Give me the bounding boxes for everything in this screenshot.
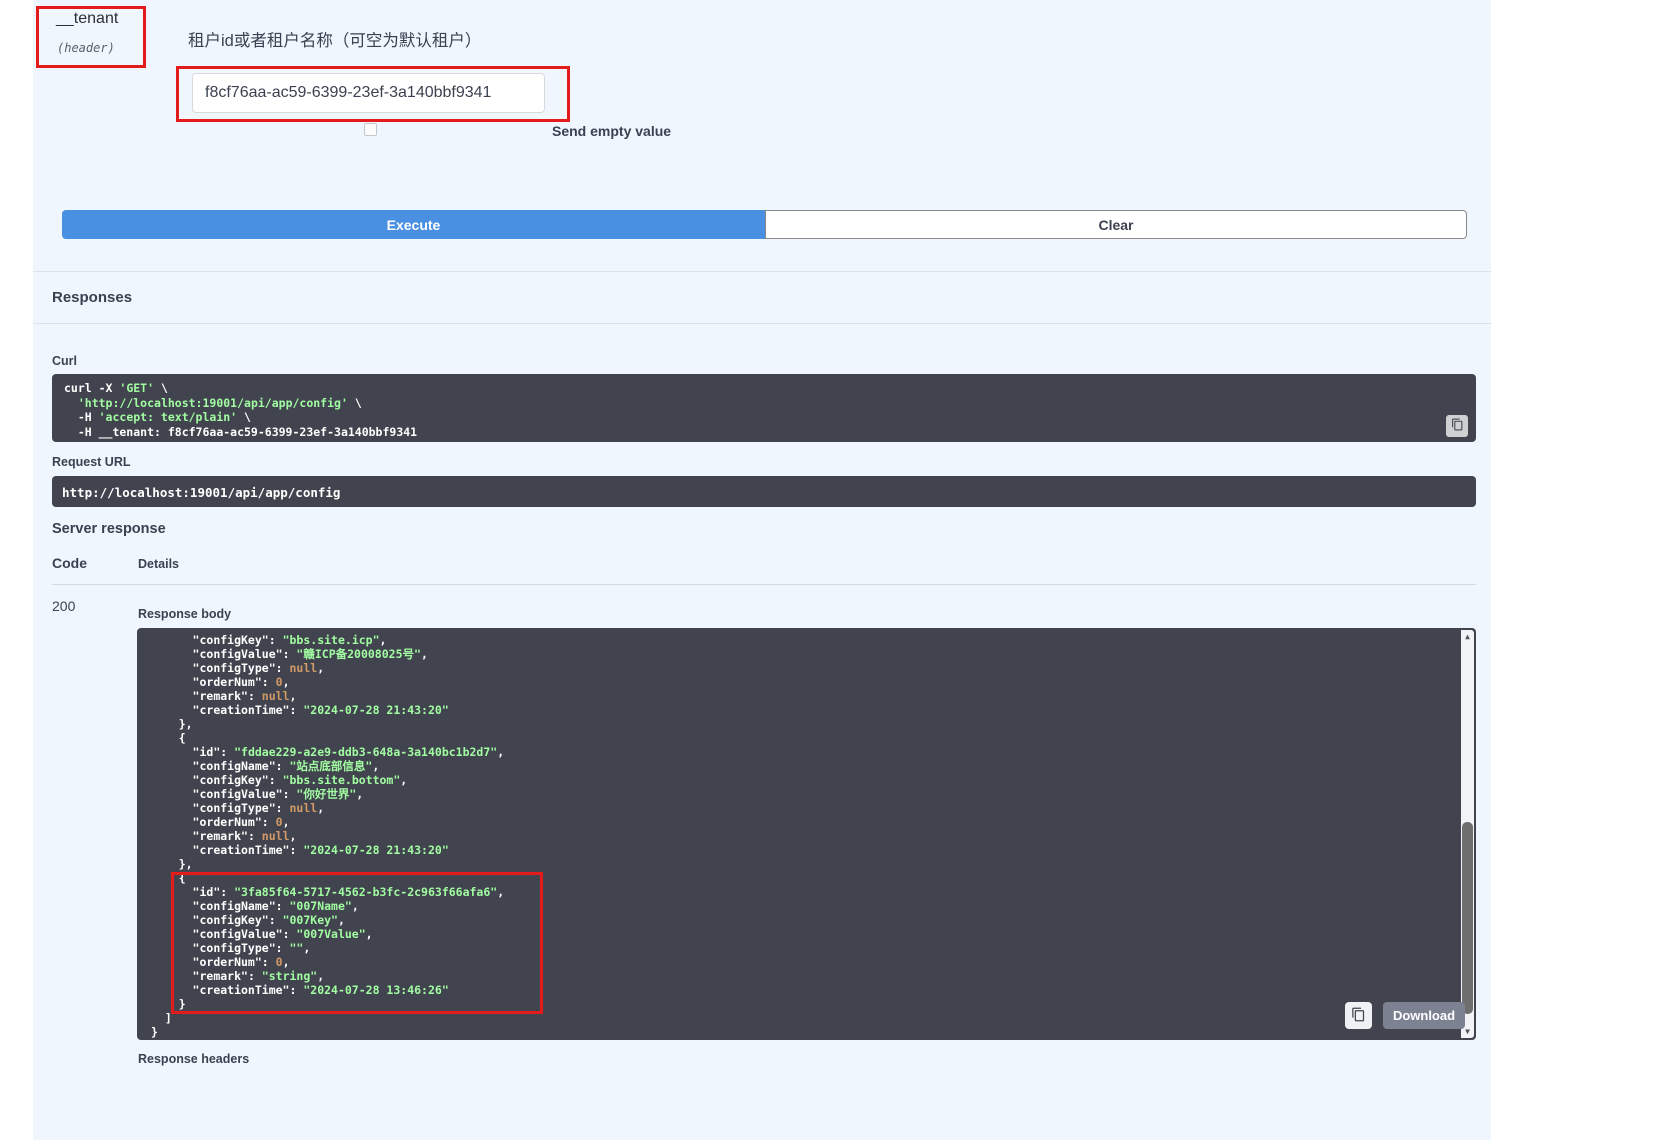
execute-button[interactable]: Execute bbox=[62, 210, 765, 239]
code-line: "id": "3fa85f64-5717-4562-b3fc-2c963f66a… bbox=[151, 885, 1446, 899]
clear-button[interactable]: Clear bbox=[765, 210, 1467, 239]
code-line: -H 'accept: text/plain' \ bbox=[64, 410, 1464, 425]
code-line: "orderNum": 0, bbox=[151, 675, 1446, 689]
code-line: "orderNum": 0, bbox=[151, 955, 1446, 969]
request-url-block: http://localhost:19001/api/app/config bbox=[52, 476, 1476, 507]
code-line: "orderNum": 0, bbox=[151, 815, 1446, 829]
details-column-header: Details bbox=[138, 557, 179, 571]
code-line: }, bbox=[151, 717, 1446, 731]
param-name: __tenant bbox=[56, 10, 118, 28]
api-operation-panel: __tenant (header) 租户id或者租户名称（可空为默认租户） Se… bbox=[33, 0, 1491, 1140]
code-line: "configValue": "赣ICP备20008025号", bbox=[151, 647, 1446, 661]
response-scrollbar[interactable]: ▲ ▼ bbox=[1461, 630, 1474, 1038]
download-button[interactable]: Download bbox=[1383, 1002, 1465, 1029]
code-line: "configType": "", bbox=[151, 941, 1446, 955]
code-line: "id": "fddae229-a2e9-ddb3-648a-3a140bc1b… bbox=[151, 745, 1446, 759]
code-line: "configName": "007Name", bbox=[151, 899, 1446, 913]
send-empty-checkbox[interactable] bbox=[364, 123, 377, 136]
code-line: "creationTime": "2024-07-28 13:46:26" bbox=[151, 983, 1446, 997]
server-response-label: Server response bbox=[52, 521, 166, 537]
clipboard-icon bbox=[1451, 418, 1464, 434]
code-line: "configType": null, bbox=[151, 661, 1446, 675]
code-column-header: Code bbox=[52, 555, 87, 571]
divider bbox=[33, 271, 1491, 272]
curl-copy-button[interactable] bbox=[1446, 415, 1468, 437]
code-line: { bbox=[151, 731, 1446, 745]
code-line: curl -X 'GET' \ bbox=[64, 381, 1464, 396]
code-line: 'http://localhost:19001/api/app/config' … bbox=[64, 396, 1464, 411]
code-line: "remark": "string", bbox=[151, 969, 1446, 983]
status-code: 200 bbox=[52, 598, 75, 614]
code-line: "remark": null, bbox=[151, 689, 1446, 703]
code-line: { bbox=[151, 871, 1446, 885]
code-line: "configKey": "bbs.site.bottom", bbox=[151, 773, 1446, 787]
code-line: "configValue": "你好世界", bbox=[151, 787, 1446, 801]
response-copy-button[interactable] bbox=[1345, 1002, 1372, 1029]
divider bbox=[33, 323, 1491, 324]
table-divider bbox=[52, 584, 1476, 585]
send-empty-label: Send empty value bbox=[552, 123, 671, 139]
scroll-up-icon[interactable]: ▲ bbox=[1461, 630, 1474, 643]
code-line: "configKey": "bbs.site.icp", bbox=[151, 633, 1446, 647]
responses-title: Responses bbox=[52, 289, 132, 306]
param-description: 租户id或者租户名称（可空为默认租户） bbox=[188, 27, 481, 51]
request-url-label: Request URL bbox=[52, 455, 130, 469]
curl-code: curl -X 'GET' \ 'http://localhost:19001/… bbox=[64, 381, 1464, 439]
code-line: }, bbox=[151, 857, 1446, 871]
code-line: } bbox=[151, 1025, 1446, 1039]
request-url-value: http://localhost:19001/api/app/config bbox=[62, 485, 340, 500]
response-body-block: "configKey": "bbs.site.icp", "configValu… bbox=[137, 628, 1476, 1040]
code-line: ] bbox=[151, 1011, 1446, 1025]
response-body-label: Response body bbox=[138, 607, 231, 621]
code-line: -H __tenant: f8cf76aa-ac59-6399-23ef-3a1… bbox=[64, 425, 1464, 440]
code-line: } bbox=[151, 997, 1446, 1011]
curl-block: curl -X 'GET' \ 'http://localhost:19001/… bbox=[52, 374, 1476, 442]
code-line: "configValue": "007Value", bbox=[151, 927, 1446, 941]
code-line: "configKey": "007Key", bbox=[151, 913, 1446, 927]
code-line: "creationTime": "2024-07-28 21:43:20" bbox=[151, 843, 1446, 857]
curl-label: Curl bbox=[52, 354, 77, 368]
code-line: "configName": "站点底部信息", bbox=[151, 759, 1446, 773]
code-line: "remark": null, bbox=[151, 829, 1446, 843]
code-line: "configType": null, bbox=[151, 801, 1446, 815]
param-location: (header) bbox=[57, 41, 115, 55]
clipboard-icon bbox=[1351, 1007, 1366, 1025]
tenant-input[interactable] bbox=[192, 73, 545, 113]
response-body-code: "configKey": "bbs.site.icp", "configValu… bbox=[137, 628, 1476, 1040]
response-headers-label: Response headers bbox=[138, 1052, 249, 1066]
scrollbar-thumb[interactable] bbox=[1462, 822, 1473, 1014]
code-line: "creationTime": "2024-07-28 21:43:20" bbox=[151, 703, 1446, 717]
